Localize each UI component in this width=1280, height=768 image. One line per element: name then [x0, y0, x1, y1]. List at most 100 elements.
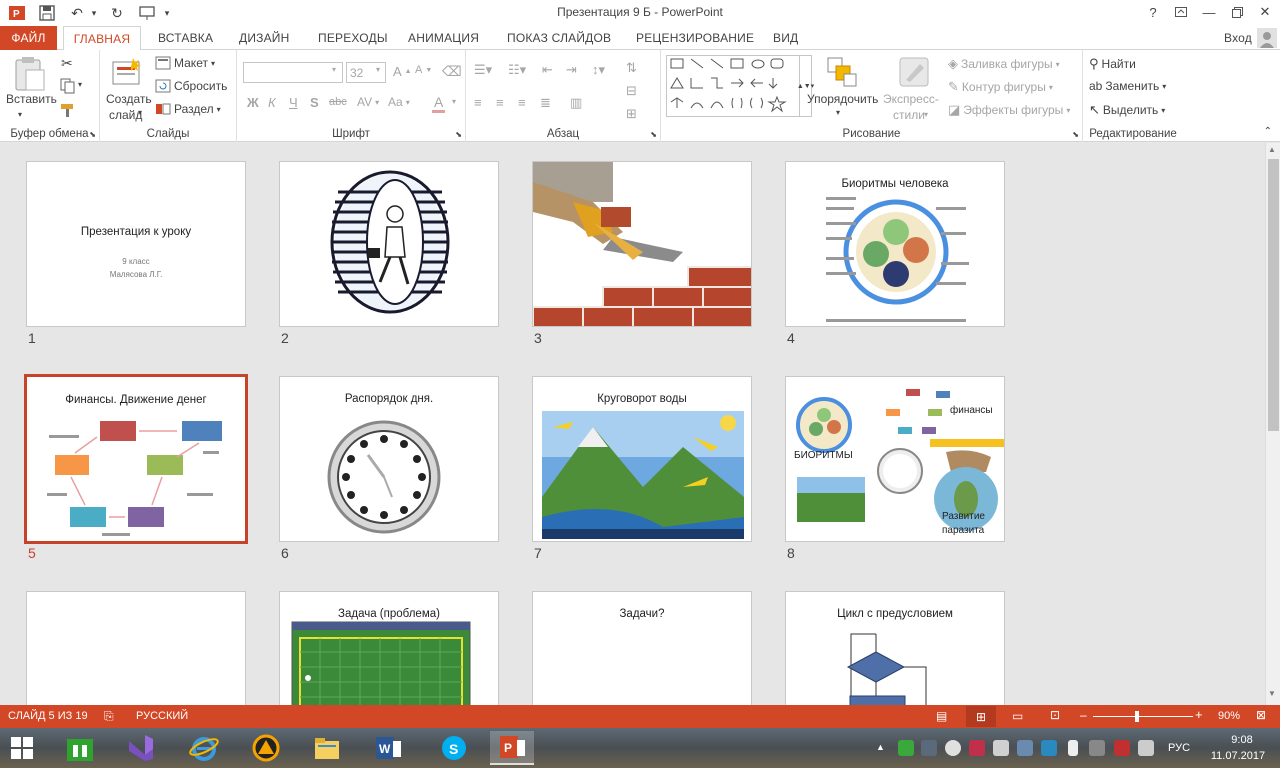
- word-icon[interactable]: W: [366, 731, 410, 765]
- tab-file[interactable]: ФАЙЛ: [0, 26, 57, 50]
- tab-transitions[interactable]: ПЕРЕХОДЫ: [318, 26, 388, 50]
- align-left-icon[interactable]: ≡: [474, 95, 482, 110]
- tab-view[interactable]: ВИД: [773, 26, 798, 50]
- strikethrough-button[interactable]: abc: [329, 96, 347, 108]
- text-direction-icon[interactable]: ⇅: [626, 60, 637, 76]
- tab-home[interactable]: ГЛАВНАЯ: [63, 26, 141, 51]
- font-color-button[interactable]: A: [432, 94, 446, 113]
- clock-time[interactable]: 9:08: [1212, 734, 1272, 746]
- slide-thumbnail-1[interactable]: Презентация к уроку 9 класс Малясова Л.Г…: [26, 161, 246, 327]
- vertical-scrollbar[interactable]: ▲ ▼: [1265, 143, 1280, 705]
- app-store-icon[interactable]: [58, 731, 102, 765]
- file-explorer-icon[interactable]: [305, 731, 349, 765]
- internet-explorer-icon[interactable]: [182, 731, 226, 765]
- replace-button[interactable]: ab Заменить ▾: [1089, 79, 1166, 93]
- increase-indent-icon[interactable]: ⇥: [566, 62, 577, 78]
- slide-thumbnail-4[interactable]: Биоритмы человека: [785, 161, 1005, 327]
- slide-thumbnail-7[interactable]: Круговорот воды: [532, 376, 752, 542]
- drawing-dialog-launcher-icon[interactable]: ⬊: [1072, 130, 1079, 139]
- shape-fill-button[interactable]: ◈ Заливка фигуры ▾: [948, 56, 1060, 72]
- battery-icon[interactable]: [1068, 740, 1078, 756]
- help-button[interactable]: ?: [1138, 0, 1168, 24]
- tray-sync-icon[interactable]: [1041, 740, 1057, 756]
- font-dialog-launcher-icon[interactable]: ⬊: [455, 130, 462, 139]
- underline-button[interactable]: Ч: [289, 95, 298, 110]
- shapes-gallery[interactable]: [666, 55, 800, 117]
- normal-view-icon[interactable]: ▤: [936, 709, 947, 723]
- restore-icon[interactable]: [1222, 0, 1252, 24]
- new-slide-dropdown-icon[interactable]: ▾: [138, 108, 142, 117]
- minimize-icon[interactable]: —: [1194, 0, 1224, 24]
- slide-thumbnail-8[interactable]: финансы БИОРИТМЫ Развитие паразита: [785, 376, 1005, 542]
- numbering-icon[interactable]: ☷▾: [508, 62, 526, 78]
- spellcheck-icon[interactable]: ⎘: [104, 709, 114, 724]
- slide-thumbnail-3[interactable]: [532, 161, 752, 327]
- clear-formatting-icon[interactable]: ⌫: [442, 63, 462, 80]
- tray-security-icon[interactable]: [898, 740, 914, 756]
- tray-dropbox-icon[interactable]: [945, 740, 961, 756]
- slide-thumbnail-2[interactable]: [279, 161, 499, 327]
- font-name-dropdown-icon[interactable]: ▾: [332, 65, 336, 74]
- user-avatar[interactable]: [1256, 26, 1278, 50]
- font-name-input[interactable]: [243, 62, 343, 83]
- fit-to-window-icon[interactable]: ⊠: [1256, 708, 1266, 722]
- reset-button[interactable]: Сбросить: [155, 79, 227, 93]
- slide-thumbnail-5[interactable]: Финансы. Движение денег: [24, 374, 248, 544]
- paste-dropdown-icon[interactable]: ▾: [18, 110, 22, 119]
- tab-review[interactable]: РЕЦЕНЗИРОВАНИЕ: [636, 26, 754, 50]
- clipboard-dialog-launcher-icon[interactable]: ⬊: [89, 130, 96, 139]
- grow-font-icon[interactable]: A ▲: [393, 64, 412, 79]
- tray-adobe-icon[interactable]: [969, 740, 985, 756]
- tray-alert-icon[interactable]: [1114, 740, 1130, 756]
- copy-dropdown-icon[interactable]: ▾: [78, 80, 82, 89]
- scroll-thumb[interactable]: [1268, 159, 1279, 431]
- ribbon-display-options-icon[interactable]: [1166, 0, 1196, 24]
- text-shadow-button[interactable]: S: [310, 95, 319, 110]
- slide-thumbnail-9[interactable]: [26, 591, 246, 705]
- slide-sorter-view-icon[interactable]: ⊞: [966, 706, 996, 727]
- arrange-button[interactable]: Упорядочить: [807, 92, 878, 106]
- collapse-ribbon-icon[interactable]: ⌃: [1264, 126, 1272, 137]
- paste-button[interactable]: Вставить: [6, 92, 57, 106]
- slide-thumbnail-10[interactable]: Задача (проблема): [279, 591, 499, 705]
- tab-design[interactable]: ДИЗАЙН: [239, 26, 290, 50]
- aimp-player-icon[interactable]: [244, 731, 288, 765]
- arrange-icon[interactable]: [826, 56, 858, 88]
- slide-thumbnail-11[interactable]: Задачи?: [532, 591, 752, 705]
- powerpoint-taskbar-icon[interactable]: P: [490, 731, 534, 765]
- language-indicator[interactable]: РУССКИЙ: [136, 710, 188, 722]
- tray-app-icon[interactable]: [921, 740, 937, 756]
- quick-styles-dropdown-icon[interactable]: ▾: [924, 110, 928, 119]
- paragraph-dialog-launcher-icon[interactable]: ⬊: [650, 130, 657, 139]
- layout-button[interactable]: Макет ▾: [155, 56, 215, 70]
- scroll-up-icon[interactable]: ▲: [1268, 145, 1276, 154]
- italic-button[interactable]: К: [268, 95, 276, 110]
- shape-outline-button[interactable]: ✎ Контур фигуры ▾: [948, 79, 1053, 95]
- smartart-icon[interactable]: ⊞: [626, 106, 637, 122]
- new-slide-icon[interactable]: [111, 56, 143, 86]
- arrange-dropdown-icon[interactable]: ▾: [836, 108, 840, 117]
- zoom-level[interactable]: 90%: [1218, 710, 1240, 722]
- format-painter-icon[interactable]: [60, 102, 76, 118]
- zoom-out-icon[interactable]: –: [1080, 708, 1087, 722]
- find-button[interactable]: ⚲ Найти: [1089, 56, 1136, 72]
- close-icon[interactable]: ✕: [1250, 0, 1280, 24]
- copy-icon[interactable]: [60, 78, 76, 94]
- align-center-icon[interactable]: ≡: [496, 95, 504, 110]
- cut-icon[interactable]: ✂: [61, 55, 73, 72]
- volume-icon[interactable]: [1138, 740, 1154, 756]
- zoom-slider[interactable]: [1093, 716, 1193, 717]
- scroll-down-icon[interactable]: ▼: [1268, 689, 1276, 698]
- slide-thumbnail-12[interactable]: Цикл с предусловием: [785, 591, 1005, 705]
- zoom-slider-thumb[interactable]: [1135, 711, 1139, 722]
- tab-slideshow[interactable]: ПОКАЗ СЛАЙДОВ: [507, 26, 611, 50]
- quick-styles-button[interactable]: Экспресс-: [883, 92, 939, 106]
- new-slide-button[interactable]: Создать: [106, 92, 152, 106]
- sign-in-link[interactable]: Вход: [1224, 26, 1252, 50]
- tray-usb-icon[interactable]: [993, 740, 1009, 756]
- clock-date[interactable]: 11.07.2017: [1205, 750, 1271, 762]
- align-right-icon[interactable]: ≡: [518, 95, 526, 110]
- shrink-font-icon[interactable]: A ▼: [415, 64, 432, 76]
- bullets-icon[interactable]: ☰▾: [474, 62, 492, 78]
- slide-thumbnail-6[interactable]: Распорядок дня.: [279, 376, 499, 542]
